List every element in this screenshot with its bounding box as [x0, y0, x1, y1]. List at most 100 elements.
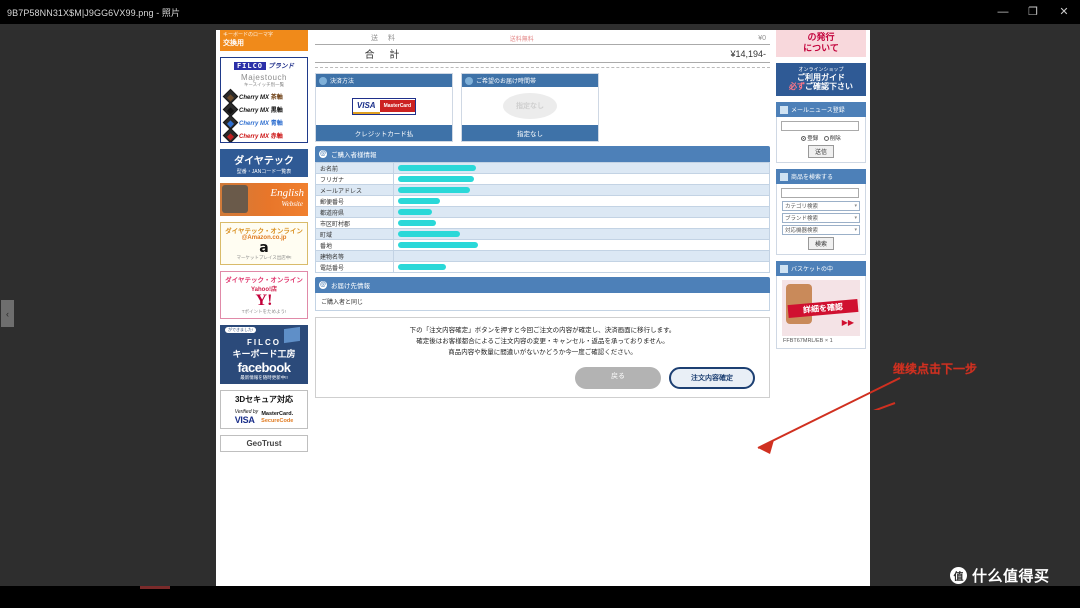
window-titlebar: 9B7P58NN31X$M|J9GG6VX99.png - 照片 — ❐ ✕	[0, 0, 1080, 24]
banner-keycap-line2: 交換用	[223, 40, 244, 47]
field-value	[393, 217, 770, 229]
annotation-text: 继续点击下一步	[893, 362, 978, 376]
clock-icon	[465, 76, 473, 85]
shipping-note: 送料無料	[455, 32, 589, 45]
mail-news-submit-button[interactable]: 送信	[807, 145, 834, 158]
banner-filco-brand[interactable]: FILCO ブランド Majestouch キースイッチ別一覧 Cherry MX…	[220, 57, 308, 143]
radio-register[interactable]	[801, 136, 807, 142]
mail-news-radios: 登録 削除	[781, 134, 861, 142]
notice-line-2: 確定後はお客様都合によるご注文内容の変更・キャンセル・返品を承っておりません。	[416, 338, 669, 345]
field-label: 市区町村郡	[315, 217, 394, 229]
buyer-info-header: @ ご購入者様情報	[315, 146, 770, 162]
delivery-time-button[interactable]: 指定なし	[462, 125, 598, 141]
device-search-select[interactable]: 対応機器検索 ▾	[782, 225, 860, 235]
payment-delivery-row: 決済方法 VISA MasterCard クレジットカード払 ご希望のお届け時間…	[315, 73, 770, 142]
switch-row-brown[interactable]: Cherry MX 茶軸	[221, 88, 307, 105]
table-row: 都道府県	[315, 206, 770, 218]
grand-total-label: 合 計	[315, 44, 455, 63]
filco-brand-label: ブランド	[268, 63, 295, 70]
keycap-icon	[222, 127, 239, 142]
payment-method-title: 決済方法	[330, 79, 355, 85]
filco-logo: FILCO	[233, 62, 267, 70]
brand-search-select[interactable]: ブランド検索 ▾	[782, 213, 860, 223]
category-search-value: カテゴリ検索	[785, 204, 819, 210]
switch-row-blue[interactable]: Cherry MX 青軸	[221, 114, 307, 131]
close-button[interactable]: ✕	[1048, 0, 1080, 24]
basket-item: FFBT67MRL/EB × 1	[783, 338, 833, 344]
switch-label-red: Cherry MX 赤軸	[239, 134, 283, 140]
banner-keycap-line1: キーボードのローマ字	[223, 32, 274, 38]
radio-delete[interactable]	[823, 136, 829, 142]
basket-body: 詳細を確認 ▶▶ FFBT67MRL/EB × 1	[776, 276, 866, 349]
banner-english-website[interactable]: English Website	[220, 183, 308, 216]
redaction-mark	[398, 209, 432, 215]
mail-icon	[780, 105, 788, 114]
order-action-buttons: 戻る 注文内容確定	[322, 367, 763, 389]
field-label: 郵便番号	[315, 195, 394, 207]
previous-image-button[interactable]: ‹	[1, 300, 14, 327]
banner-issuance-info[interactable]: の発行 について	[776, 30, 866, 57]
maximize-button[interactable]: ❐	[1018, 0, 1048, 24]
basket-promo-image[interactable]: 詳細を確認 ▶▶	[782, 280, 860, 336]
facebook-line4: 最新情報を随時更新中!!	[240, 375, 288, 380]
guide-line2: 必ずご確認下さい	[789, 82, 853, 91]
product-search-body: カテゴリ検索 ▾ ブランド検索 ▾ 対応機器検索 ▾ 検索	[776, 184, 866, 255]
at-icon: @	[319, 281, 327, 289]
credit-card-payment-button[interactable]: クレジットカード払	[316, 125, 452, 141]
product-search-title: 商品を検索する	[791, 175, 834, 181]
mail-news-header: メールニュース登録	[776, 102, 866, 117]
field-value	[393, 184, 770, 196]
order-totals: 送 料 送料無料 ¥0 合 計 ¥14,194-	[315, 32, 770, 63]
banner-facebook[interactable]: ができました! FILCO キーボード工房 facebook 最新情報を随時更新…	[220, 325, 308, 384]
redaction-mark	[398, 176, 474, 182]
field-label: 電話番号	[315, 261, 394, 273]
banner-geotrust[interactable]: GeoTrust	[220, 435, 308, 452]
taskbar-item[interactable]	[140, 586, 170, 589]
english-line2: Website	[281, 200, 303, 208]
screenshot-image: キーボードのローマ字 交換用 FILCO ブランド Majestouch キースイ…	[216, 30, 870, 588]
yahoo-note: Tポイントをためよう!	[241, 309, 287, 314]
table-row: 電話番号	[315, 261, 770, 273]
field-value	[393, 173, 770, 185]
field-value	[393, 206, 770, 218]
payment-method-card: 決済方法 VISA MasterCard クレジットカード払	[315, 73, 453, 142]
banner-keycap-replacement[interactable]: キーボードのローマ字 交換用	[220, 30, 308, 51]
field-value	[393, 250, 770, 262]
guide-line1: ご利用ガイド	[797, 73, 845, 82]
banner-3d-secure[interactable]: 3Dセキュア対応 Verified by VISA MasterCard. Se…	[220, 390, 308, 429]
banner-online-shop-guide[interactable]: オンラインショップ ご利用ガイド 必ずご確認下さい	[776, 63, 866, 96]
mail-news-input[interactable]	[781, 121, 859, 131]
table-row: メールアドレス	[315, 184, 770, 196]
switch-row-red[interactable]: Cherry MX 赤軸	[221, 127, 307, 142]
person-photo	[222, 185, 248, 213]
issuance-line1: の発行	[807, 32, 835, 42]
product-search-input[interactable]	[781, 188, 859, 198]
switch-label-brown: Cherry MX 茶軸	[239, 95, 283, 101]
switch-row-black[interactable]: Cherry MX 黒軸	[221, 101, 307, 118]
chevron-down-icon: ▾	[854, 215, 857, 221]
table-row: 町域	[315, 228, 770, 240]
back-button[interactable]: 戻る	[575, 367, 661, 389]
shipping-info-section: @ お届け先情報 ご購入者と同じ	[315, 277, 770, 311]
facebook-bubble: ができました!	[225, 327, 257, 333]
guide-line0: オンラインショップ	[798, 67, 844, 73]
banner-diatec[interactable]: ダイヤテック 型番・JANコード一覧表	[220, 149, 308, 177]
card-logos: VISA MasterCard	[351, 97, 417, 115]
minimize-button[interactable]: —	[988, 0, 1018, 24]
diatec-subtitle: 型番・JANコード一覧表	[236, 169, 292, 175]
category-search-select[interactable]: カテゴリ検索 ▾	[782, 201, 860, 211]
product-search-button[interactable]: 検索	[807, 237, 834, 250]
taskbar	[0, 586, 1080, 608]
redaction-mark	[398, 231, 460, 237]
delivery-time-card: ご希望のお届け時間帯 指定なし 指定なし	[461, 73, 599, 142]
device-search-value: 対応機器検索	[785, 228, 819, 234]
field-label: 町域	[315, 228, 394, 240]
cart-icon	[780, 264, 788, 273]
notice-line-1: 下の「注文内容確定」ボタンを押すと今回ご注文の内容が確定し、決済画面に移行します…	[409, 327, 676, 334]
buyer-info-table: お名前 フリガナ メールアドレス 郵便番号 都道府県 市区町村郡 町域 番地 建…	[315, 162, 770, 273]
field-label: 建物名等	[315, 250, 394, 262]
radio-delete-label: 削除	[829, 136, 841, 142]
buyer-info-section: @ ご購入者様情報 お名前 フリガナ メールアドレス 郵便番号 都道府県 市区町…	[315, 146, 770, 273]
banner-amazon[interactable]: ダイヤテック・オンライン @Amazon.co.jp a マーケットプレイス出店…	[220, 222, 308, 265]
banner-yahoo[interactable]: ダイヤテック・オンライン Yahoo!店 Y! Tポイントをためよう!	[220, 271, 308, 319]
